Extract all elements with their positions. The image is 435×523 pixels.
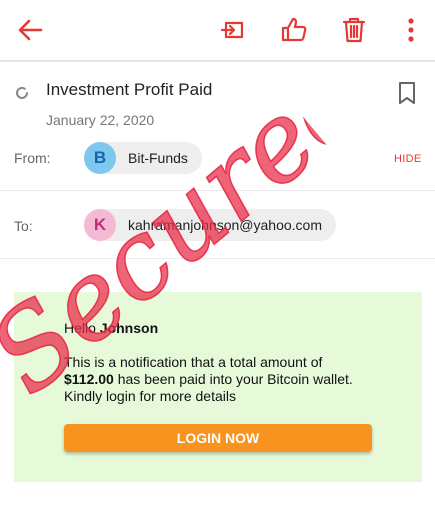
recipient-chip[interactable]: K kahramanjohnson@yahoo.com xyxy=(84,209,336,241)
greeting-prefix: Hello xyxy=(64,320,100,336)
thumbs-up-icon[interactable] xyxy=(278,14,310,46)
back-arrow-icon[interactable] xyxy=(14,14,46,46)
move-to-folder-icon[interactable] xyxy=(218,14,250,46)
email-view: Investment Profit Paid January 22, 2020 … xyxy=(0,0,435,523)
to-label: To: xyxy=(14,218,33,234)
notification-line: This is a notification that a total amou… xyxy=(64,354,323,370)
paid-amount: $112.00 xyxy=(64,371,114,387)
recipient-email: kahramanjohnson@yahoo.com xyxy=(128,217,322,233)
login-now-button[interactable]: LOGIN NOW xyxy=(64,424,372,452)
loading-spinner-icon xyxy=(16,86,28,99)
divider xyxy=(0,190,435,191)
greeting-name: Johnson xyxy=(99,320,159,336)
greeting: Hello Johnson xyxy=(64,320,158,336)
trash-icon[interactable] xyxy=(338,14,370,46)
divider xyxy=(0,258,435,259)
email-subject: Investment Profit Paid xyxy=(46,80,213,99)
email-body: Hello Johnson This is a notification tha… xyxy=(14,292,422,482)
sender-avatar: B xyxy=(84,142,116,174)
toolbar xyxy=(0,0,435,62)
bookmark-icon[interactable] xyxy=(395,80,419,106)
from-label: From: xyxy=(14,150,51,166)
sender-chip[interactable]: B Bit-Funds xyxy=(84,142,202,174)
hide-details-button[interactable]: HIDE xyxy=(394,153,421,165)
notification-text: This is a notification that a total amou… xyxy=(64,354,384,405)
more-vertical-icon[interactable] xyxy=(395,14,427,46)
recipient-avatar: K xyxy=(84,209,116,241)
email-date: January 22, 2020 xyxy=(46,112,155,128)
sender-name: Bit-Funds xyxy=(128,150,188,166)
